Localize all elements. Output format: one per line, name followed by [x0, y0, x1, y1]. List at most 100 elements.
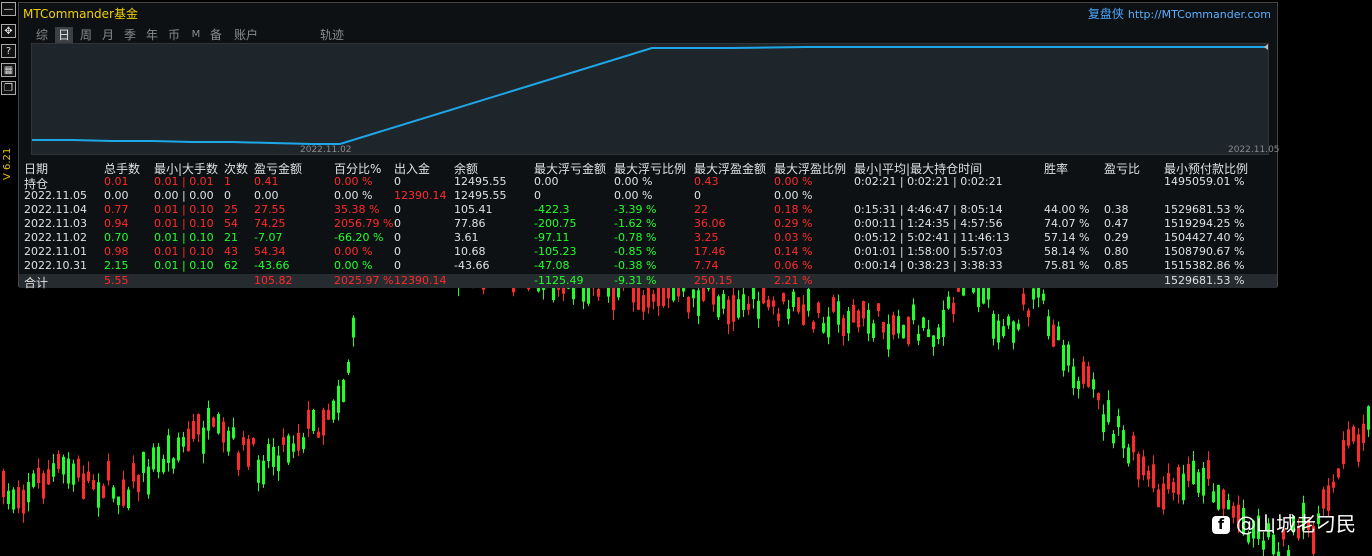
- candle-body: [697, 290, 700, 316]
- cell-maxprofit: 7.74: [694, 259, 719, 272]
- watermark-text: @山城老刁民: [1236, 512, 1356, 536]
- candle-body: [802, 304, 805, 325]
- candle-body: [832, 297, 835, 312]
- candle-body: [1082, 361, 1085, 384]
- candle-body: [77, 458, 80, 478]
- candle-body: [732, 295, 735, 322]
- move-icon[interactable]: ✥: [1, 24, 16, 38]
- candle-body: [1112, 433, 1115, 444]
- equity-chart-svg: [32, 44, 1268, 145]
- candle-body: [947, 296, 950, 309]
- cell-lots: 0.01: [104, 175, 129, 188]
- candle-body: [857, 310, 860, 328]
- candle-body: [142, 451, 145, 473]
- cell-ratio: 0.80: [1104, 245, 1129, 258]
- candle-body: [27, 482, 30, 503]
- tab-currency[interactable]: 币: [165, 27, 183, 43]
- tab-year[interactable]: 年: [143, 27, 161, 43]
- candle-body: [1197, 472, 1200, 493]
- cell-flow: 0: [394, 217, 401, 230]
- cell-total-pnl: 105.82: [254, 274, 293, 287]
- cell-total-margin: 1529681.53 %: [1164, 274, 1245, 287]
- candle-body: [227, 430, 230, 452]
- tab-account[interactable]: 账户: [231, 27, 261, 43]
- stats-header: 日期 总手数 最小|大手数 次数 盈亏金额 百分比% 出入金 余额 最大浮亏金额…: [19, 160, 1277, 176]
- candle-body: [67, 458, 70, 484]
- candle-body: [7, 490, 10, 505]
- grid-icon[interactable]: ▦: [1, 63, 16, 77]
- brand-name[interactable]: 复盘侠: [1088, 7, 1124, 21]
- candle-body: [652, 293, 655, 302]
- tab-overview[interactable]: 综: [33, 27, 51, 43]
- chart-end-marker: [1264, 44, 1268, 50]
- candle-body: [47, 469, 50, 485]
- candle-body: [887, 323, 890, 350]
- cell-hold: 0:15:31 | 4:46:47 | 8:05:14: [854, 203, 1003, 216]
- window-icon[interactable]: ❐: [1, 81, 16, 95]
- cell-maxprofit-pct: 0.29 %: [774, 217, 813, 230]
- candle-body: [37, 467, 40, 484]
- candle-body: [757, 300, 760, 319]
- cell-count: 43: [224, 245, 238, 258]
- cell-count: 0: [224, 189, 231, 202]
- candle-body: [897, 316, 900, 334]
- help-icon[interactable]: ?: [1, 44, 16, 58]
- minimize-icon[interactable]: —: [1, 2, 16, 16]
- brand-url[interactable]: http://MTCommander.com: [1128, 8, 1271, 21]
- candle-body: [1152, 464, 1155, 489]
- table-row[interactable]: 2022.11.01 0.98 0.01 | 0.10 43 54.34 0.0…: [19, 245, 1277, 259]
- cell-total-lots: 5.55: [104, 274, 129, 287]
- candle-body: [337, 385, 340, 413]
- candle-body: [912, 304, 915, 321]
- table-row[interactable]: 持仓 0.01 0.01 | 0.01 1 0.41 0.00 % 0 1249…: [19, 175, 1277, 191]
- candle-body: [307, 409, 310, 429]
- cell-maxloss-pct: -0.38 %: [614, 259, 657, 272]
- tab-week[interactable]: 周: [77, 27, 95, 43]
- candle-body: [777, 313, 780, 321]
- candle-body: [942, 309, 945, 338]
- candle-body: [1162, 483, 1165, 510]
- candle-body: [1087, 366, 1090, 387]
- candle-body: [862, 300, 865, 319]
- candle-body: [867, 309, 870, 334]
- cell-maxloss-pct: 0.00 %: [614, 189, 653, 202]
- candle-body: [352, 317, 355, 338]
- cell-maxloss: -422.3: [534, 203, 570, 216]
- candle-body: [807, 288, 810, 311]
- cell-pct: 35.38 %: [334, 203, 380, 216]
- candle-body: [1342, 440, 1345, 465]
- table-row[interactable]: 2022.11.02 0.70 0.01 | 0.10 21 -7.07 -66…: [19, 231, 1277, 245]
- candle-body: [1287, 550, 1290, 556]
- cell-total-maxloss: -1125.49: [534, 274, 584, 287]
- candle-body: [1127, 447, 1130, 464]
- candle-body: [1262, 540, 1265, 550]
- total-row[interactable]: 合计 5.55 105.82 2025.97 % 12390.14 -1125.…: [19, 274, 1277, 290]
- candle-body: [782, 292, 785, 302]
- cell-maxprofit: 0.43: [694, 175, 719, 188]
- cell-ratio: 0.47: [1104, 217, 1129, 230]
- table-row[interactable]: 2022.11.03 0.94 0.01 | 0.10 54 74.25 205…: [19, 217, 1277, 231]
- candle-body: [302, 437, 305, 450]
- cell-total-label: 合计: [24, 276, 49, 290]
- candle-body: [1357, 434, 1360, 462]
- cell-margin: 1508790.67 %: [1164, 245, 1245, 258]
- tab-quarter[interactable]: 季: [121, 27, 139, 43]
- tab-notes[interactable]: 备: [207, 27, 225, 43]
- tab-month[interactable]: 月: [99, 27, 117, 43]
- candle-body: [1352, 426, 1355, 442]
- cell-lots: 2.15: [104, 259, 129, 272]
- tab-track[interactable]: 轨迹: [317, 27, 347, 43]
- candle-body: [87, 471, 90, 481]
- tab-m[interactable]: M: [187, 27, 205, 43]
- table-row[interactable]: 2022.11.05 0.00 0.00 | 0.00 0 0.00 0.00 …: [19, 189, 1277, 203]
- candle-body: [322, 409, 325, 436]
- tab-day[interactable]: 日: [55, 27, 73, 43]
- candle-body: [937, 327, 940, 340]
- table-row[interactable]: 2022.10.31 2.15 0.01 | 0.10 62 -43.66 0.…: [19, 259, 1277, 273]
- cell-minmax: 0.00 | 0.00: [154, 189, 214, 202]
- cell-pnl: 0.41: [254, 175, 279, 188]
- candle-body: [827, 316, 830, 338]
- cell-count: 62: [224, 259, 238, 272]
- candle-body: [902, 324, 905, 339]
- table-row[interactable]: 2022.11.04 0.77 0.01 | 0.10 25 27.55 35.…: [19, 203, 1277, 217]
